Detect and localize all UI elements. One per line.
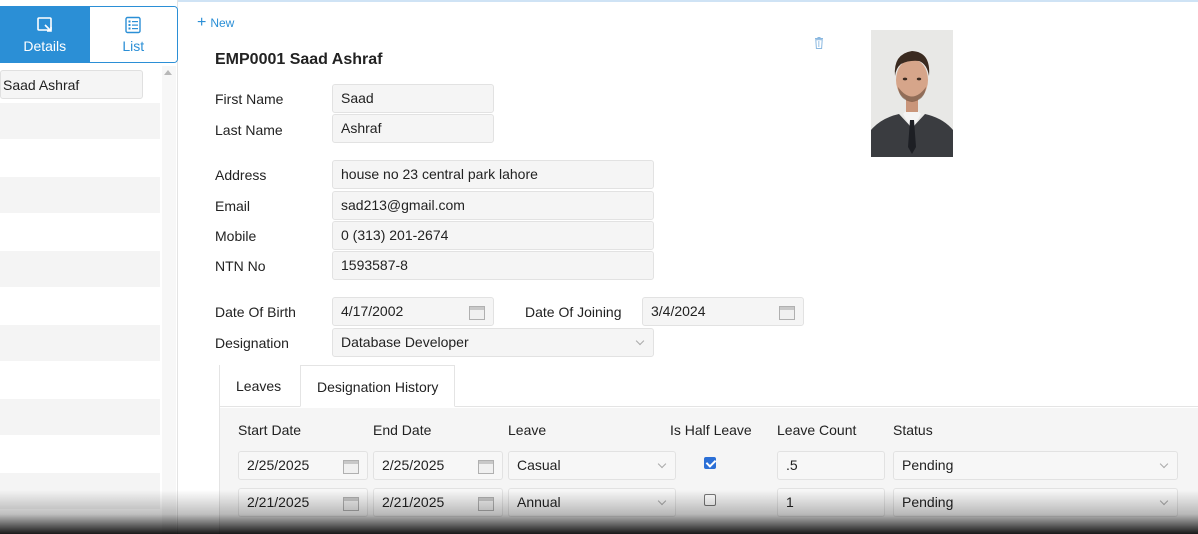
list-item[interactable]: Saad Ashraf [0, 66, 160, 103]
column-header: End Date [373, 422, 432, 438]
list-scrollbar[interactable] [162, 66, 176, 534]
top-border [0, 0, 1198, 2]
list-item-empty [0, 325, 160, 362]
calendar-icon[interactable] [478, 460, 494, 474]
address-label: Address [215, 167, 267, 183]
tab-strip: Leaves Designation History [220, 365, 1198, 407]
designation-label: Designation [215, 335, 289, 351]
leave-type-value: Casual [517, 457, 561, 473]
dob-label: Date Of Birth [215, 304, 296, 320]
column-header: Leave Count [777, 422, 857, 438]
first-name-field[interactable]: Saad [332, 84, 494, 113]
dob-field[interactable]: 4/17/2002 [332, 297, 494, 326]
leaves-grid: Start Date End Date Leave Is Half Leave … [220, 408, 1198, 534]
tab-designation-history[interactable]: Designation History [300, 365, 456, 407]
end-date-value: 2/21/2025 [382, 494, 445, 510]
status-value: Pending [902, 494, 954, 510]
calendar-icon[interactable] [343, 460, 359, 474]
list-item-empty [0, 288, 160, 325]
list-item-empty [0, 473, 160, 510]
email-field[interactable]: sad213@gmail.com [332, 191, 654, 220]
doj-label: Date Of Joining [525, 304, 622, 320]
chevron-down-icon[interactable] [635, 336, 645, 346]
chevron-down-icon[interactable] [657, 496, 667, 506]
calendar-icon[interactable] [779, 306, 795, 320]
chevron-down-icon[interactable] [657, 459, 667, 469]
email-label: Email [215, 198, 251, 214]
dob-value: 4/17/2002 [341, 303, 404, 319]
list-item-empty [0, 436, 160, 473]
list-item-empty [0, 140, 160, 177]
mobile-field[interactable]: 0 (313) 201-2674 [332, 221, 654, 250]
designation-select[interactable]: Database Developer [332, 328, 654, 357]
plus-icon: + [197, 14, 207, 31]
half-leave-checkbox[interactable] [704, 457, 716, 469]
trash-icon[interactable] [814, 36, 824, 52]
ntn-field[interactable]: 1593587-8 [332, 251, 654, 280]
designation-value: Database Developer [341, 334, 469, 350]
end-date-cell[interactable]: 2/21/2025 [373, 488, 503, 517]
status-select[interactable]: Pending [893, 488, 1178, 517]
last-name-label: Last Name [215, 122, 283, 138]
view-mode-switch: Details List [0, 6, 178, 63]
leave-count-field[interactable]: 1 [777, 488, 885, 517]
half-leave-checkbox[interactable] [704, 494, 716, 506]
start-date-value: 2/25/2025 [247, 457, 310, 473]
leave-type-select[interactable]: Casual [508, 451, 676, 480]
list-icon [124, 16, 142, 38]
end-date-cell[interactable]: 2/25/2025 [373, 451, 503, 480]
detail-tabs: Leaves Designation History Start Date En… [219, 365, 1198, 534]
end-date-value: 2/25/2025 [382, 457, 445, 473]
leave-type-value: Annual [517, 494, 561, 510]
list-item-empty [0, 399, 160, 436]
status-value: Pending [902, 457, 954, 473]
page-title: EMP0001 Saad Ashraf [215, 51, 383, 68]
column-header: Is Half Leave [670, 422, 752, 438]
tab-leaves[interactable]: Leaves [220, 365, 297, 407]
list-item-empty [0, 251, 160, 288]
last-name-field[interactable]: Ashraf [332, 114, 494, 143]
list-item-empty [0, 177, 160, 214]
scroll-up-arrow-icon[interactable] [164, 70, 172, 75]
start-date-cell[interactable]: 2/25/2025 [238, 451, 368, 480]
new-button-label: New [210, 16, 235, 30]
employee-photo[interactable] [871, 30, 953, 157]
first-name-label: First Name [215, 91, 284, 107]
start-date-cell[interactable]: 2/21/2025 [238, 488, 368, 517]
column-header: Status [893, 422, 933, 438]
start-date-value: 2/21/2025 [247, 494, 310, 510]
employee-list: Saad Ashraf [0, 66, 177, 534]
ntn-label: NTN No [215, 258, 266, 274]
details-mode-button[interactable]: Details [1, 7, 89, 62]
calendar-icon[interactable] [343, 497, 359, 511]
list-mode-label: List [122, 37, 145, 54]
list-item-name: Saad Ashraf [0, 70, 143, 99]
employee-list-panel: Details List Saad Ashraf [0, 0, 178, 534]
chevron-down-icon[interactable] [1159, 459, 1169, 469]
list-item-empty [0, 214, 160, 251]
column-header: Start Date [238, 422, 302, 438]
status-select[interactable]: Pending [893, 451, 1178, 480]
chevron-down-icon[interactable] [1159, 496, 1169, 506]
column-header: Leave [508, 422, 547, 438]
list-mode-button[interactable]: List [88, 7, 177, 62]
list-item-empty [0, 362, 160, 399]
calendar-icon[interactable] [478, 497, 494, 511]
leave-type-select[interactable]: Annual [508, 488, 676, 517]
calendar-icon[interactable] [469, 306, 485, 320]
doj-value: 3/4/2024 [651, 303, 706, 319]
address-field[interactable]: house no 23 central park lahore [332, 160, 654, 189]
list-item-empty [0, 103, 160, 140]
details-icon [36, 16, 54, 38]
new-button[interactable]: + New [197, 14, 235, 31]
leave-count-field[interactable]: .5 [777, 451, 885, 480]
mobile-label: Mobile [215, 228, 257, 244]
list-item-empty [0, 510, 160, 534]
details-mode-label: Details [23, 37, 67, 54]
doj-field[interactable]: 3/4/2024 [642, 297, 804, 326]
